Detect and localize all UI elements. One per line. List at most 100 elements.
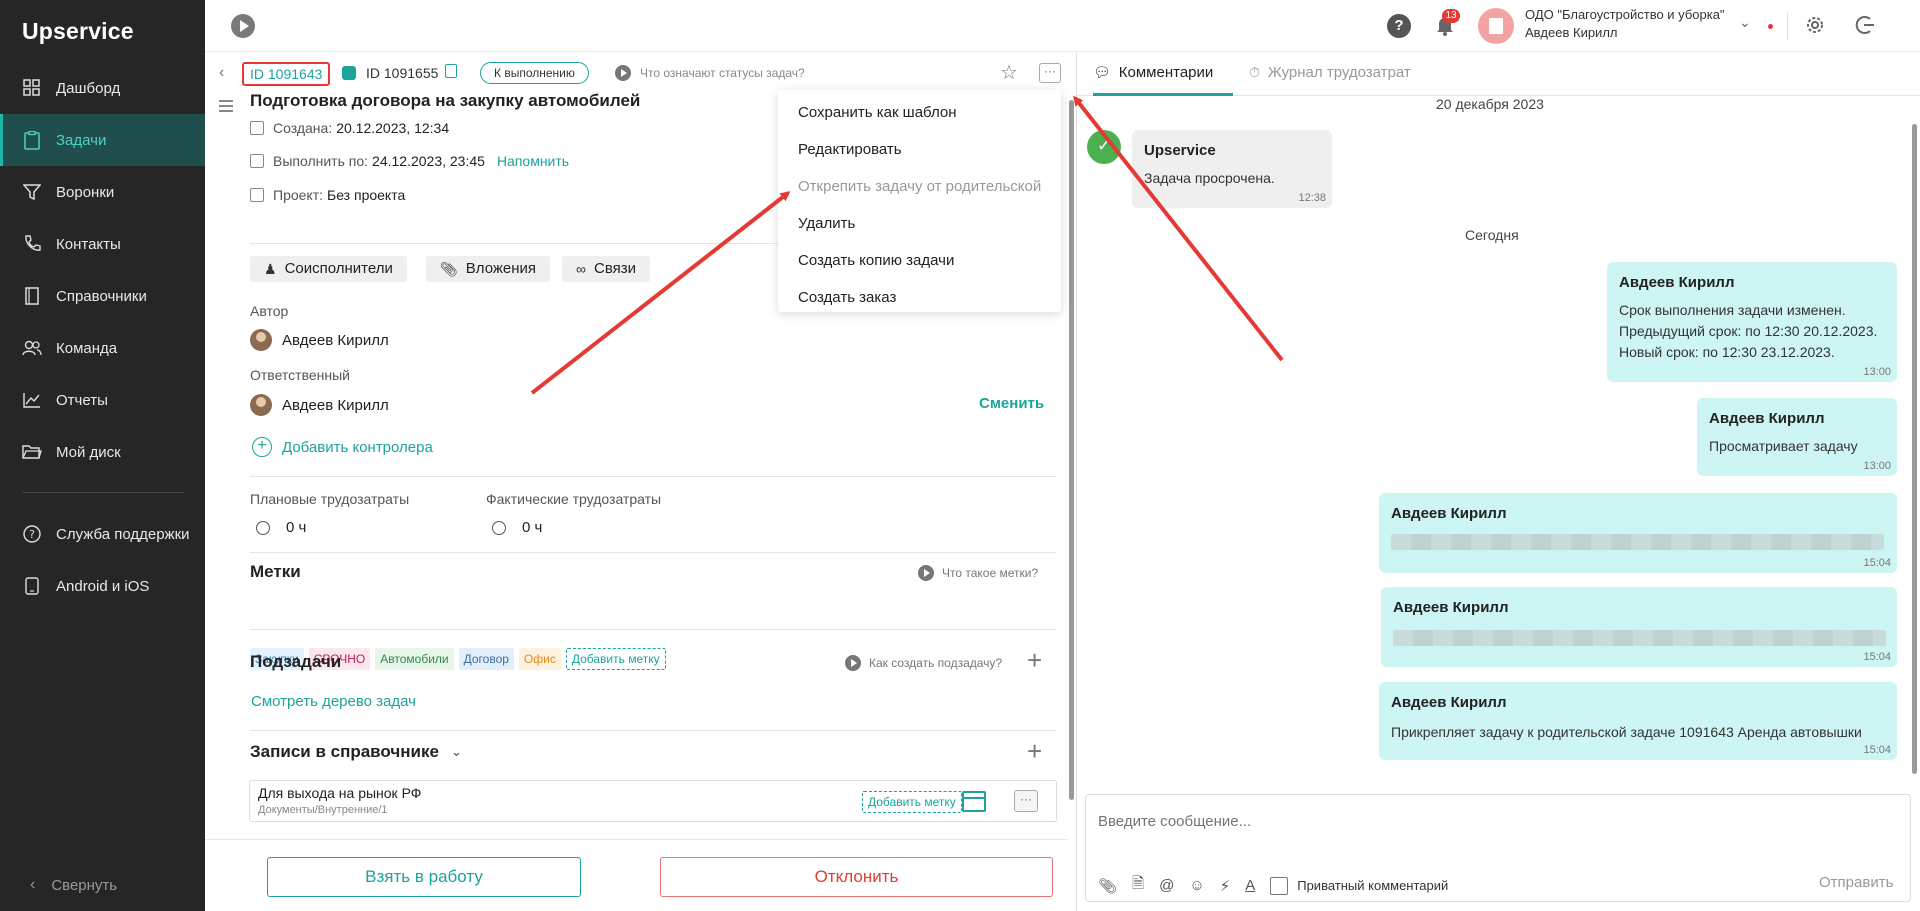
add-tag-button[interactable]: Добавить метку (862, 791, 962, 813)
change-responsible-button[interactable]: Сменить (979, 395, 1044, 412)
tags-help-text: Что такое метки? (942, 566, 1039, 580)
directory-records-toggle[interactable]: Записи в справочнике ⌄ (250, 742, 462, 762)
add-controller-button[interactable]: + Добавить контролера (252, 437, 433, 457)
comment-bubble: Авдеев Кирилл Просматривает задачу 13:00 (1697, 398, 1897, 476)
gear-icon[interactable] (1803, 13, 1827, 37)
sidebar-item-dashboard[interactable]: Дашборд (0, 62, 205, 114)
actual-row[interactable]: 0 ч (492, 519, 542, 536)
chip-label: Связи (593, 260, 636, 277)
more-actions-button[interactable]: ··· (1014, 790, 1038, 812)
project-value[interactable]: Без проекта (327, 187, 405, 203)
sidebar-item-contacts[interactable]: Контакты (0, 218, 205, 270)
due-value: 24.12.2023, 23:45 (372, 153, 485, 169)
paperclip-icon[interactable]: 📎︎ (1098, 877, 1117, 895)
paperclip-icon: 📎︎ (440, 261, 458, 277)
parent-task-icon (342, 66, 356, 80)
tag[interactable]: Офис (518, 648, 561, 670)
logout-icon[interactable] (1853, 13, 1877, 37)
menu-item-detach-parent[interactable]: Открепить задачу от родительской (778, 168, 1061, 205)
org-name[interactable]: ОДО "Благоустройство и уборка" (1525, 7, 1725, 22)
status-help-link[interactable]: Что означают статусы задач? (640, 66, 805, 80)
subtasks-title: Подзадачи (250, 652, 342, 671)
comment-author: Авдеев Кирилл (1391, 694, 1507, 711)
menu-item-edit[interactable]: Редактировать (778, 131, 1061, 168)
stopwatch-icon: ⏱︎ (1249, 64, 1260, 80)
coexecutors-button[interactable]: ♟ Соисполнители (250, 256, 407, 282)
tags-help-link[interactable]: Что такое метки? (918, 565, 1038, 581)
folder-icon (22, 442, 42, 462)
sidebar-item-directories[interactable]: Справочники (0, 270, 205, 322)
tab-comments[interactable]: 💬︎ Комментарии (1093, 64, 1213, 81)
private-checkbox[interactable] (1270, 876, 1289, 895)
sidebar-item-label: Android и iOS (56, 577, 150, 595)
user-name[interactable]: Авдеев Кирилл (1525, 25, 1618, 40)
comment-composer: 📎︎ 🗎︎ @ ☺ ⚡︎ A Приватный комментарий Отп… (1085, 794, 1911, 902)
play-help-icon[interactable] (615, 65, 631, 81)
directory-record[interactable]: Для выхода на рынок РФ Документы/Внутрен… (249, 780, 1057, 822)
tag[interactable]: Договор (458, 648, 514, 670)
sidebar-item-tasks[interactable]: Задачи (0, 114, 205, 166)
more-actions-menu: Сохранить как шаблон Редактировать Откре… (778, 90, 1061, 312)
sidebar-item-label: Справочники (56, 287, 147, 305)
calendar-check-icon[interactable] (962, 791, 986, 812)
add-directory-record-icon[interactable]: + (1027, 736, 1042, 767)
message-input[interactable] (1098, 813, 1798, 830)
sidebar-item-reports[interactable]: Отчеты (0, 374, 205, 426)
tag[interactable]: Автомобили (375, 648, 454, 670)
send-button[interactable]: Отправить (1819, 874, 1893, 891)
reject-button[interactable]: Отклонить (660, 857, 1053, 897)
menu-item-create-order[interactable]: Создать заказ (778, 279, 1061, 316)
menu-item-copy-task[interactable]: Создать копию задачи (778, 242, 1061, 279)
comments-scrollbar[interactable] (1912, 124, 1917, 774)
org-avatar[interactable] (1478, 8, 1514, 44)
text-format-icon[interactable]: A (1245, 877, 1255, 894)
menu-item-delete[interactable]: Удалить (778, 205, 1061, 242)
chevron-down-icon[interactable]: ⌄ (1739, 14, 1751, 31)
actual-label: Фактические трудозатраты (486, 491, 662, 507)
comments-panel: 💬︎ Комментарии ⏱︎ Журнал трудозатрат 20 … (1077, 52, 1920, 911)
task-tree-link[interactable]: Смотреть дерево задач (251, 693, 416, 710)
copy-icon[interactable] (445, 64, 457, 78)
app-logo[interactable]: Upservice (22, 18, 134, 45)
links-button[interactable]: ∞ Связи (562, 256, 650, 282)
task-id[interactable]: ID 1091643 (242, 62, 331, 86)
author-name[interactable]: Авдеев Кирилл (282, 332, 389, 349)
task-scrollbar[interactable] (1069, 100, 1074, 800)
take-to-work-button[interactable]: Взять в работу (267, 857, 581, 897)
subtasks-help-link[interactable]: Как создать подзадачу? (845, 655, 1002, 671)
menu-item-save-template[interactable]: Сохранить как шаблон (778, 94, 1061, 131)
status-badge[interactable]: К выполнению (480, 62, 589, 84)
mention-icon[interactable]: @ (1159, 877, 1174, 894)
star-icon[interactable]: ☆ (1000, 60, 1018, 85)
more-actions-button[interactable]: ··· (1039, 63, 1061, 83)
sidebar-item-mobile[interactable]: Android и iOS (0, 560, 205, 612)
planned-label: Плановые трудозатраты (250, 491, 410, 507)
responsible-name[interactable]: Авдеев Кирилл (282, 397, 389, 414)
author-row: Авдеев Кирилл (250, 329, 389, 351)
divider (1787, 12, 1788, 40)
add-tag-button[interactable]: Добавить метку (565, 648, 666, 670)
comment-text: Просматривает задачу (1709, 438, 1858, 454)
play-icon[interactable] (231, 14, 255, 38)
help-icon[interactable]: ? (1387, 14, 1411, 38)
dashboard-icon (22, 78, 42, 98)
menu-icon[interactable] (219, 100, 233, 115)
add-subtask-icon[interactable]: + (1027, 645, 1042, 676)
sidebar-item-label: Дашборд (56, 79, 121, 97)
sidebar-item-my-disk[interactable]: Мой диск (0, 426, 205, 478)
parent-task-id[interactable]: ID 1091655 (366, 65, 438, 81)
back-chevron-icon[interactable]: ‹ (219, 64, 224, 82)
file-icon[interactable]: 🗎︎ (1132, 873, 1144, 898)
collapse-sidebar-button[interactable]: ‹ Свернуть (30, 876, 117, 894)
attachments-button[interactable]: 📎︎ Вложения (426, 256, 551, 282)
sidebar-item-team[interactable]: Команда (0, 322, 205, 374)
planned-row[interactable]: 0 ч (256, 519, 306, 536)
emoji-icon[interactable]: ☺ (1189, 877, 1204, 894)
lightning-icon[interactable]: ⚡︎ (1220, 877, 1231, 895)
sidebar-item-funnels[interactable]: Воронки (0, 166, 205, 218)
comment-text: Срок выполнения задачи изменен. (1619, 302, 1846, 318)
tab-time-log[interactable]: ⏱︎ Журнал трудозатрат (1249, 64, 1411, 81)
sidebar-item-support[interactable]: ? Служба поддержки (0, 508, 205, 560)
remind-link[interactable]: Напомнить (497, 153, 569, 169)
comments-tabs: 💬︎ Комментарии ⏱︎ Журнал трудозатрат (1077, 52, 1920, 96)
